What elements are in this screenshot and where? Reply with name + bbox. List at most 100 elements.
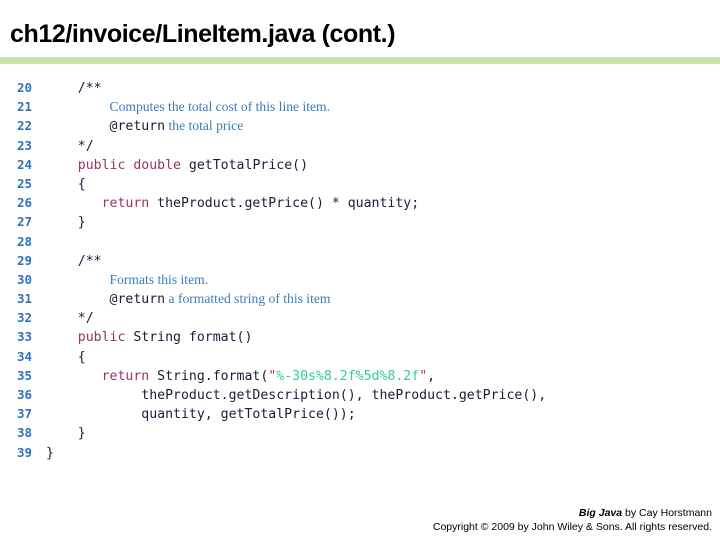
code-line-text: }	[46, 213, 720, 232]
code-token-plain: ,	[427, 368, 436, 384]
code-line-text: }	[46, 424, 720, 443]
code-token-plain: theProduct.getPrice() * quantity;	[149, 196, 420, 212]
code-line: 22 @return the total price	[0, 116, 720, 135]
line-number: 30	[17, 271, 33, 287]
code-line-text: return String.format("%-30s%8.2f%5d%8.2f…	[46, 367, 720, 386]
code-line: 36 theProduct.getDescription(), theProdu…	[0, 385, 720, 404]
code-line: 39}	[0, 443, 720, 462]
line-number: 26	[17, 195, 33, 211]
code-line: 28	[0, 232, 720, 251]
code-line: 37 quantity, getTotalPrice());	[0, 404, 720, 423]
code-line-text: quantity, getTotalPrice());	[46, 405, 720, 424]
code-line-text: */	[46, 137, 720, 156]
page-title: ch12/invoice/LineItem.java (cont.)	[10, 20, 396, 48]
code-line-text: /**	[46, 252, 720, 271]
code-token-cmt-delim: /**	[46, 253, 102, 269]
line-number: 21	[17, 99, 33, 115]
code-token-plain: }	[46, 426, 86, 442]
line-number: 27	[17, 214, 33, 230]
line-number: 34	[17, 348, 33, 364]
line-number: 35	[17, 367, 33, 383]
code-line-text: {	[46, 348, 720, 367]
code-token-kw: public double	[77, 157, 181, 173]
code-token-plain: }	[46, 215, 86, 231]
code-line-text: Formats this item.	[46, 270, 720, 290]
line-number: 22	[17, 118, 33, 134]
code-line-text: /**	[46, 79, 720, 98]
line-number: 24	[17, 156, 33, 172]
slide-header: ch12/invoice/LineItem.java (cont.)	[0, 0, 720, 64]
code-token-kw: return	[101, 196, 150, 212]
footer-attribution: Big Java by Cay Horstmann	[433, 506, 712, 520]
code-line: 20 /**	[0, 78, 720, 97]
code-token-cmt-body: Formats this item.	[109, 271, 209, 287]
code-line: 34 {	[0, 347, 720, 366]
code-line: 25 {	[0, 174, 720, 193]
line-number: 31	[17, 291, 33, 307]
code-line: 21 Computes the total cost of this line …	[0, 97, 720, 116]
code-line-text: @return the total price	[46, 116, 720, 136]
line-number: 36	[17, 387, 33, 402]
line-number: 20	[17, 80, 33, 95]
code-line: 30 Formats this item.	[0, 270, 720, 289]
code-token-str-body: %-30s%8.2f%5d%8.2f	[276, 368, 420, 384]
code-token-kw: return	[101, 368, 150, 384]
code-line-text: @return a formatted string of this item	[46, 289, 720, 309]
line-number: 25	[17, 175, 33, 191]
code-token-cmt-tag: @return	[109, 119, 166, 135]
header-divider	[0, 57, 720, 64]
line-number: 28	[17, 233, 33, 249]
code-token-cmt-delim: */	[46, 311, 94, 327]
code-line: 24 public double getTotalPrice()	[0, 155, 720, 174]
code-line-text: public String format()	[46, 328, 720, 347]
code-line-text: theProduct.getDescription(), theProduct.…	[46, 386, 720, 405]
code-line-text: Computes the total cost of this line ite…	[46, 97, 720, 117]
code-line: 35 return String.format("%-30s%8.2f%5d%8…	[0, 366, 720, 385]
code-token-plain: }	[46, 445, 54, 461]
code-line: 29 /**	[0, 251, 720, 270]
code-token-cmt-delim: /**	[46, 81, 102, 96]
code-token-plain: String format()	[125, 330, 253, 346]
line-number: 29	[17, 252, 33, 268]
code-token-cmt-body: the total price	[165, 118, 244, 134]
book-author: by Cay Horstmann	[622, 507, 712, 519]
code-token-cmt-body: Computes the total cost of this line ite…	[109, 99, 331, 115]
code-line: 31 @return a formatted string of this it…	[0, 289, 720, 308]
code-line: 23 */	[0, 136, 720, 155]
code-token-cmt-tag: @return	[109, 292, 166, 308]
line-number: 38	[17, 425, 33, 441]
code-token-plain: {	[46, 349, 86, 365]
line-number: 23	[17, 137, 33, 153]
line-number: 32	[17, 310, 33, 326]
code-token-cmt-body: a formatted string of this item	[165, 291, 331, 307]
code-token-kw: public	[77, 330, 126, 346]
code-listing: 20 /** 21 Computes the total cost of this…	[0, 78, 720, 462]
code-line-text: public double getTotalPrice()	[46, 156, 720, 175]
code-line-text: */	[46, 309, 720, 328]
line-number: 33	[17, 329, 33, 345]
book-title: Big Java	[578, 507, 623, 519]
code-line-text: {	[46, 175, 720, 194]
code-line-text: }	[46, 444, 720, 463]
code-token-plain: theProduct.getDescription(), theProduct.…	[46, 388, 547, 403]
code-line: 26 return theProduct.getPrice() * quanti…	[0, 193, 720, 212]
code-token-plain: {	[46, 176, 86, 192]
code-token-plain: quantity, getTotalPrice());	[46, 407, 356, 423]
line-number: 39	[17, 444, 33, 460]
code-line: 38 }	[0, 423, 720, 442]
code-token-plain: getTotalPrice()	[180, 157, 309, 173]
code-token-plain: String.format(	[149, 368, 269, 384]
code-line-text: return theProduct.getPrice() * quantity;	[46, 194, 720, 213]
code-line: 27 }	[0, 212, 720, 231]
line-number: 37	[17, 406, 33, 422]
code-line: 33 public String format()	[0, 327, 720, 346]
code-line: 32 */	[0, 308, 720, 327]
footer-copyright: Copyright © 2009 by John Wiley & Sons. A…	[432, 521, 712, 533]
